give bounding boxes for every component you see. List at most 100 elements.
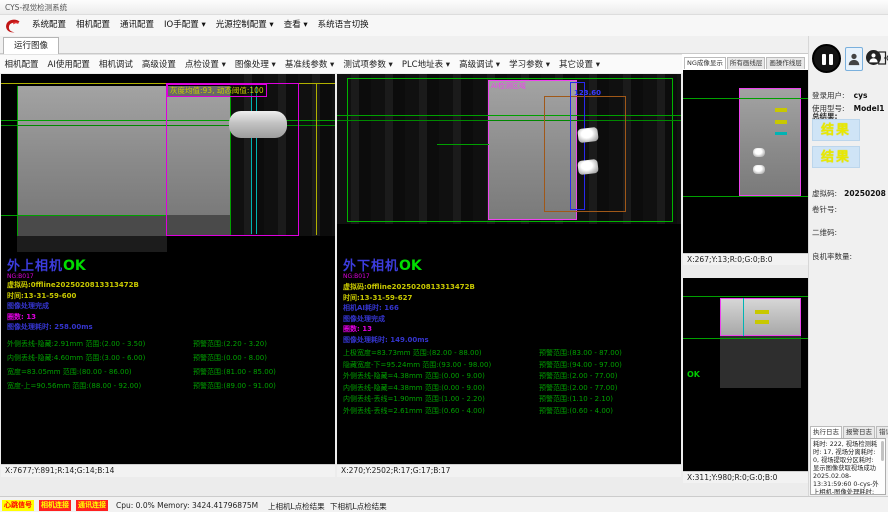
mid-camera-name: 外下相机 <box>343 259 399 274</box>
tool-plc-address[interactable]: PLC地址表 ▾ <box>397 58 454 70</box>
virtual-code-value: 20250208 <box>844 189 886 198</box>
menu-comm-config[interactable]: 通讯配置 <box>115 15 159 36</box>
measurement-row: 内侧丢线-丢线=1.90mm 范围:(1.00 - 2.20) 预警范围:(1.… <box>343 394 675 406</box>
tool-ai-use-config[interactable]: AI使用配置 <box>43 58 94 70</box>
small-bottom-part-image <box>720 298 801 336</box>
result-badge-1: 结果 <box>812 119 860 141</box>
menu-light-control[interactable]: 光源控制配置 ▾ <box>211 15 279 36</box>
mid-ai-region-label: AI检测区域 <box>491 82 526 90</box>
small-top-cyan-mark <box>775 132 787 135</box>
count-label: 良机率数量: <box>812 251 852 262</box>
left-green-hline-3 <box>1 215 167 216</box>
mid-coords-bar: X:270;Y:2502;R:17;G:17;B:17 <box>337 464 681 477</box>
mid-info-turns: 圈数: 13 <box>343 324 475 335</box>
menu-io-config[interactable]: IO手配置 ▾ <box>159 15 211 36</box>
menu-system-config[interactable]: 系统配置 <box>27 15 71 36</box>
tab-draw-layers[interactable]: 画操作线层 <box>766 57 805 69</box>
measurement-warn: 预警范围:(81.00 - 85.00) <box>193 367 276 381</box>
measurement-row: 外侧丢线-隐藏=4.38mm 范围:(0.00 - 9.00) 预警范围:(2.… <box>343 371 675 383</box>
left-info-vcode: 虚拟码:0ffline2025020813313472B <box>7 280 139 291</box>
virtual-code-row: 虚拟码: 20250208 <box>812 181 886 200</box>
small-top-yellow-mark-2 <box>775 120 787 124</box>
small-bottom-ok-label: OK <box>687 370 700 379</box>
tool-baseline-params[interactable]: 基准线参数 ▾ <box>280 58 338 70</box>
small-view-tabs: NG成像显示 所有画线层 画操作线层 <box>684 57 805 69</box>
left-result-title: 外上相机OK NG:B017 <box>7 255 86 280</box>
log-text: 耗时: 222, 视场检测耗时: 17, 视场分离耗时: 0, 视场提取分区耗时… <box>813 441 879 495</box>
measurement-row: 宽度-上=90.56mm 范围:(88.00 - 92.00) 预警范围:(89… <box>7 381 329 395</box>
exit-button[interactable] <box>878 47 888 69</box>
log-tabs: 执行日志 报警日志 错误日志 <box>810 426 888 438</box>
tool-spot-check[interactable]: 点检设置 ▾ <box>180 58 230 70</box>
measurement-row: 宽度=83.05mm 范围:(80.00 - 86.00) 预警范围:(81.0… <box>7 367 329 381</box>
camera-view-left[interactable]: 灰度均值:93, 动态阈值:100 外上相机OK NG:B017 虚拟码:0ff… <box>1 74 335 477</box>
small-top-coords-bar: X:267;Y:13;R:0;G:0;B:0 <box>683 253 808 265</box>
mid-bright-spot-2 <box>577 159 599 175</box>
mid-info-vcode: 虚拟码:0ffline2025020813313472B <box>343 282 475 293</box>
mid-green-hline-2 <box>337 120 681 121</box>
measurement-warn: 预警范围:(0.60 - 4.00) <box>539 406 613 418</box>
tool-learn-params[interactable]: 学习参数 ▾ <box>505 58 555 70</box>
mid-ng-note: NG:B017 <box>343 274 422 280</box>
mid-info-time: 时间:13-31-59-627 <box>343 293 475 304</box>
left-info-block: 虚拟码:0ffline2025020813313472B 时间:13-31-59… <box>7 280 139 333</box>
virtual-code-label: 虚拟码: <box>812 189 837 198</box>
small-bottom-green-hline-1 <box>683 296 808 297</box>
measurement-value: 隐藏宽度-下=95.24mm 范围:(93.00 - 98.00) <box>343 360 539 372</box>
log-scrollbar[interactable] <box>881 441 884 461</box>
needle-number-label: 卷针号: <box>812 204 837 215</box>
tab-alarm-log[interactable]: 报警日志 <box>843 426 875 438</box>
app-window: CYS-视觉检测系统 系统配置 相机配置 通讯配置 IO手配置 ▾ 光源控制配置… <box>0 0 888 522</box>
tab-exec-log[interactable]: 执行日志 <box>810 426 842 438</box>
tool-advanced-debug[interactable]: 高级调试 ▾ <box>455 58 505 70</box>
measurement-row: 隐藏宽度-下=95.24mm 范围:(93.00 - 98.00) 预警范围:(… <box>343 360 675 372</box>
left-info-done: 图像处理完成 <box>7 301 139 312</box>
left-roller-image <box>229 111 287 138</box>
tab-run-image[interactable]: 运行图像 <box>3 37 59 54</box>
tool-camera-config[interactable]: 相机配置 <box>0 58 43 70</box>
tab-error-log[interactable]: 错误日志 <box>876 426 888 438</box>
left-info-elapsed: 图像处理耗时: 258.00ms <box>7 322 139 333</box>
model-value: Model1 <box>854 104 885 113</box>
mid-info-done: 图像处理完成 <box>343 314 475 325</box>
left-yellow-vline <box>316 83 317 235</box>
log-area[interactable]: 耗时: 222, 视场检测耗时: 17, 视场分离耗时: 0, 视场提取分区耗时… <box>810 438 886 495</box>
mid-green-hline-3 <box>437 144 489 145</box>
measurement-warn: 预警范围:(1.10 - 2.10) <box>539 394 613 406</box>
measurement-value: 内侧丢线-隐藏=4.38mm 范围:(0.00 - 9.00) <box>343 383 539 395</box>
tool-advanced-settings[interactable]: 高级设置 <box>137 58 180 70</box>
left-measurements: 外侧丢线-隐藏:2.91mm 范围:(2.00 - 3.50) 预警范围:(2.… <box>7 339 329 395</box>
exit-door-icon <box>878 47 888 69</box>
mid-green-hline-1 <box>337 115 681 116</box>
tool-camera-debug[interactable]: 相机调试 <box>94 58 137 70</box>
menu-view[interactable]: 查看 ▾ <box>279 15 313 36</box>
small-top-part-image <box>739 88 801 196</box>
menubar: 系统配置 相机配置 通讯配置 IO手配置 ▾ 光源控制配置 ▾ 查看 ▾ 系统语… <box>0 15 888 36</box>
cam-top-check-label: 上相机L点检结果 <box>268 501 325 512</box>
window-titlebar: CYS-视觉检测系统 <box>0 0 888 15</box>
small-view-bottom[interactable]: OK X:311;Y:980;R:0;G:0;B:0 <box>683 278 808 483</box>
small-view-top[interactable]: X:267;Y:13;R:0;G:0;B:0 <box>683 70 808 265</box>
menu-language-switch[interactable]: 系统语言切换 <box>313 15 374 36</box>
measurement-warn: 预警范围:(2.20 - 3.20) <box>193 339 267 353</box>
pause-button[interactable] <box>812 44 841 73</box>
small-bottom-yellow-mark-1 <box>755 310 769 314</box>
mid-info-elapsed: 图像处理耗时: 149.00ms <box>343 335 475 346</box>
tool-test-params[interactable]: 测试项参数 ▾ <box>339 58 397 70</box>
small-bottom-cyan-vline <box>743 298 744 336</box>
tool-other-settings[interactable]: 其它设置 ▾ <box>555 58 605 70</box>
measurement-value: 外侧丢线-丢线=2.61mm 范围:(0.60 - 4.00) <box>343 406 539 418</box>
mid-blue-rect <box>570 82 585 210</box>
tab-all-layers[interactable]: 所有画线层 <box>727 57 766 69</box>
tab-ng-display[interactable]: NG成像显示 <box>684 57 726 69</box>
small-top-yellow-mark-1 <box>775 108 787 112</box>
camera-view-middle[interactable]: AI检测区域 123.60 外下相机OK NG:B017 虚拟码:0ffline… <box>337 74 681 477</box>
measurement-warn: 预警范围:(83.00 - 87.00) <box>539 348 622 360</box>
left-roi-rect <box>166 83 299 236</box>
tool-image-process[interactable]: 图像处理 ▾ <box>230 58 280 70</box>
measurement-value: 内侧丢线-隐藏:4.60mm 范围:(3.00 - 6.00) <box>7 353 193 367</box>
user-login-button[interactable] <box>845 47 863 71</box>
menu-camera-config[interactable]: 相机配置 <box>71 15 115 36</box>
measurement-row: 外侧丢线-隐藏:2.91mm 范围:(2.00 - 3.50) 预警范围:(2.… <box>7 339 329 353</box>
mid-blue-value: 123.60 <box>574 89 601 97</box>
